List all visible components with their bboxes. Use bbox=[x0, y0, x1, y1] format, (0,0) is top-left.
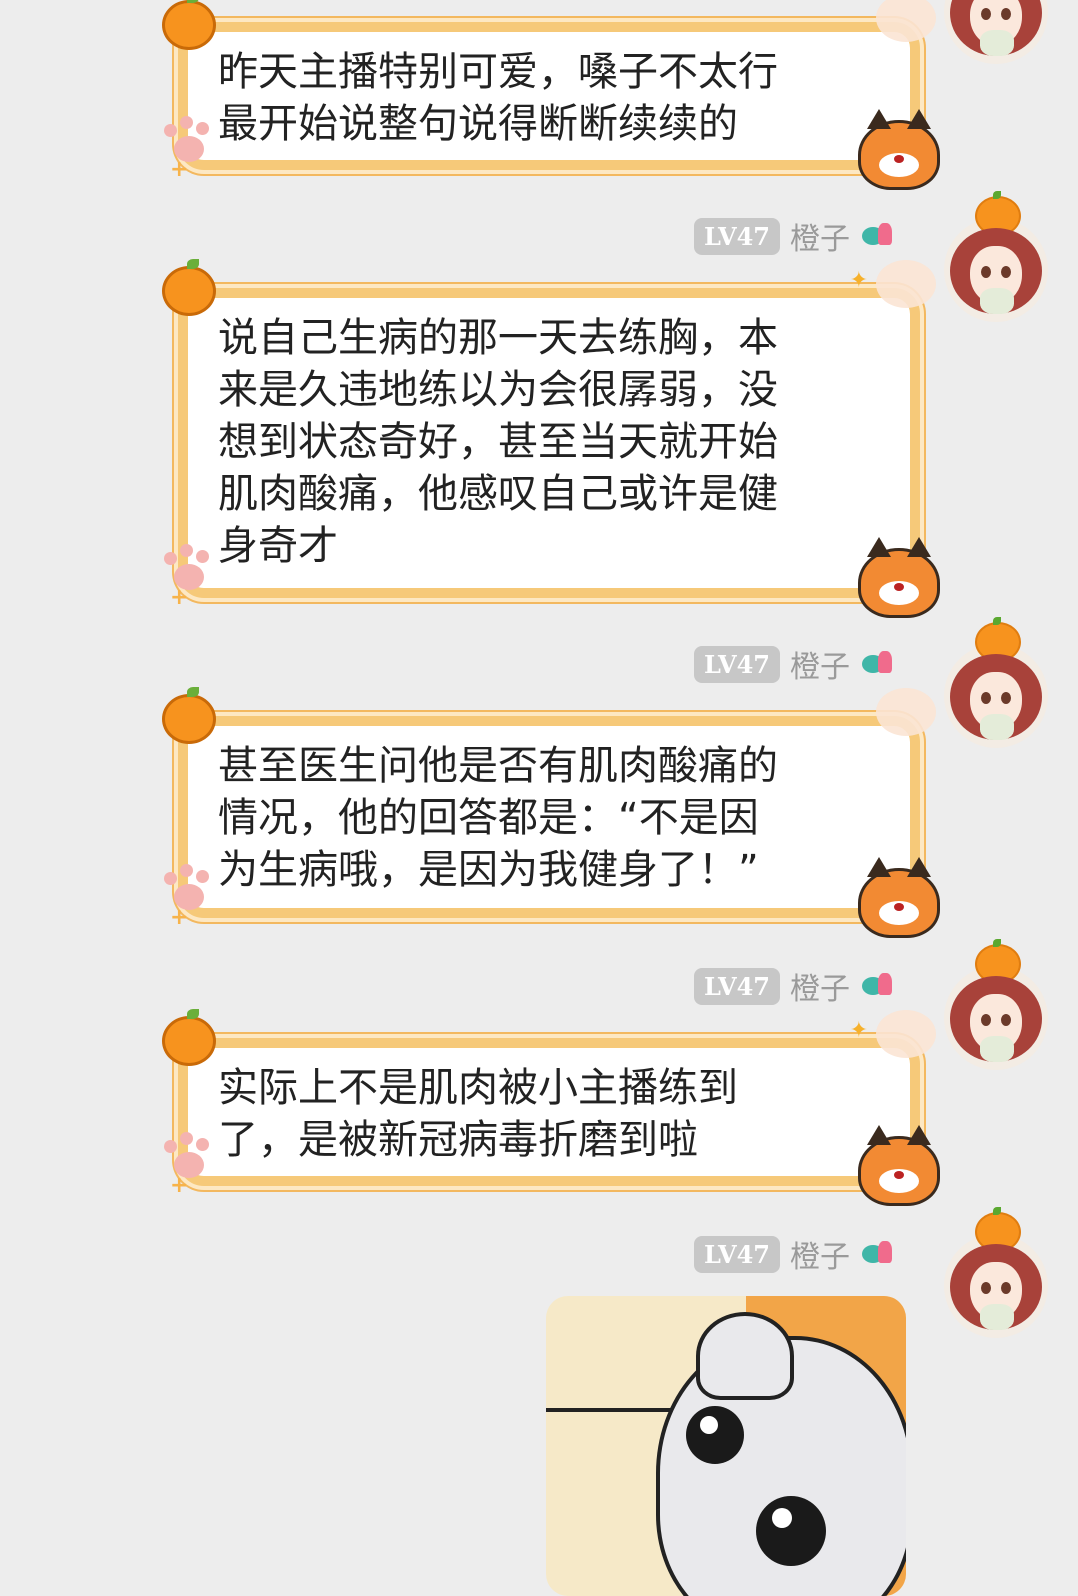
plus-sparkle-icon: + bbox=[170, 585, 189, 610]
fox-icon bbox=[858, 109, 940, 190]
sender-name[interactable]: 橙子 bbox=[790, 1232, 850, 1276]
medal-badge-icon bbox=[860, 971, 896, 1001]
user-avatar[interactable] bbox=[944, 191, 1048, 322]
user-avatar[interactable] bbox=[944, 617, 1048, 748]
plus-sparkle-icon: + bbox=[170, 905, 189, 930]
message-text: 昨天主播特别可爱，嗓子不太行 最开始说整句说得断断续续的 bbox=[218, 49, 778, 147]
level-badge: LV47 bbox=[693, 967, 780, 1005]
level-badge: LV47 bbox=[693, 645, 780, 683]
message-bubble[interactable]: ✦ 说自己生病的那一天去练胸，本 来是久违地练以为会很孱弱，没 想到状态奇好，甚… bbox=[162, 259, 940, 618]
sender-meta: LV47 橙子 bbox=[693, 1232, 896, 1276]
level-badge: LV47 bbox=[693, 217, 780, 255]
sticker-image[interactable] bbox=[546, 1296, 906, 1596]
fox-icon bbox=[876, 688, 936, 736]
plus-sparkle-icon: + bbox=[170, 1173, 189, 1198]
fox-icon bbox=[876, 0, 936, 42]
medal-badge-icon bbox=[860, 1239, 896, 1269]
sparkle-icon: ✦ bbox=[849, 1018, 868, 1043]
plus-sparkle-icon: + bbox=[170, 157, 189, 182]
medal-badge-icon bbox=[860, 649, 896, 679]
orange-icon bbox=[162, 0, 216, 50]
sender-name[interactable]: 橙子 bbox=[790, 214, 850, 258]
orange-icon bbox=[162, 259, 216, 316]
fox-icon bbox=[858, 857, 940, 938]
message-bubble[interactable]: 甚至医生问他是否有肌肉酸痛的 情况，他的回答都是：“不是因 为生病哦，是因为我健… bbox=[162, 687, 940, 938]
fox-icon bbox=[876, 1010, 936, 1058]
level-badge: LV47 bbox=[693, 1235, 780, 1273]
sender-meta: LV47 橙子 bbox=[693, 964, 896, 1008]
message-text: 甚至医生问他是否有肌肉酸痛的 情况，他的回答都是：“不是因 为生病哦，是因为我健… bbox=[218, 743, 778, 893]
orange-icon bbox=[162, 687, 216, 744]
user-avatar[interactable] bbox=[944, 0, 1048, 64]
sender-name[interactable]: 橙子 bbox=[790, 964, 850, 1008]
user-avatar[interactable] bbox=[944, 1207, 1048, 1338]
sender-name[interactable]: 橙子 bbox=[790, 642, 850, 686]
fox-icon bbox=[876, 260, 936, 308]
fox-icon bbox=[858, 1125, 940, 1206]
medal-badge-icon bbox=[860, 221, 896, 251]
message-text: 实际上不是肌肉被小主播练到 了，是被新冠病毒折磨到啦 bbox=[218, 1065, 738, 1163]
user-avatar[interactable] bbox=[944, 939, 1048, 1070]
sparkle-icon: ✦ bbox=[849, 268, 868, 293]
message-bubble[interactable]: ✦ 实际上不是肌肉被小主播练到 了，是被新冠病毒折磨到啦 + bbox=[162, 1009, 940, 1206]
message-bubble[interactable]: 昨天主播特别可爱，嗓子不太行 最开始说整句说得断断续续的 + bbox=[162, 0, 940, 190]
sender-meta: LV47 橙子 bbox=[693, 642, 896, 686]
sender-meta: LV47 橙子 bbox=[693, 214, 896, 258]
orange-icon bbox=[162, 1009, 216, 1066]
message-text: 说自己生病的那一天去练胸，本 来是久违地练以为会很孱弱，没 想到状态奇好，甚至当… bbox=[218, 315, 778, 569]
fox-icon bbox=[858, 537, 940, 618]
